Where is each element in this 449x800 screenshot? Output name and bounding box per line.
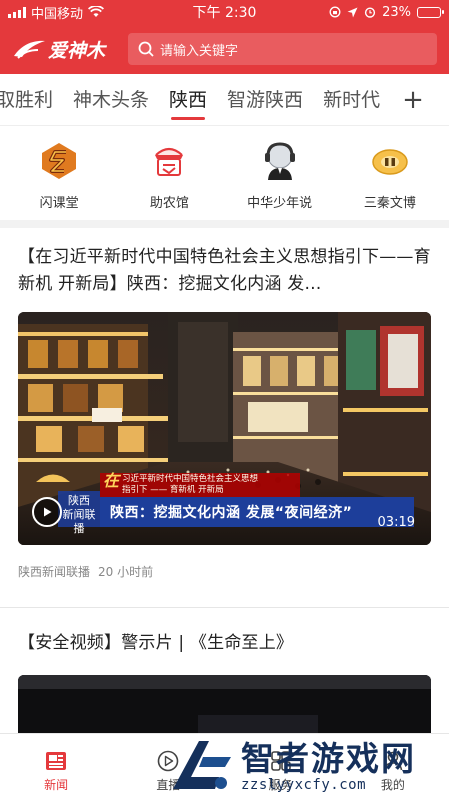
play-icon [44, 507, 52, 517]
location-icon [347, 7, 358, 17]
logo-swoosh-icon [14, 40, 45, 59]
wifi-icon [88, 6, 105, 17]
caption-line: 指引下 —— 育新机 开新局 [122, 485, 224, 495]
channel-tabs: 取胜利 神木头条 陕西 智游陕西 新时代 + [0, 74, 449, 126]
battery-percent: 23% [382, 4, 411, 20]
caption-line: 习近平新时代中国特色社会主义思想 [122, 474, 259, 484]
quick-entry-label: 助农馆 [149, 196, 189, 211]
news-caption-subtitle: 在 习近平新时代中国特色社会主义思想 指引下 —— 育新机 开新局 [100, 473, 300, 497]
tab-item[interactable]: 新时代 [313, 74, 390, 126]
tab-item[interactable]: 智游陕西 [217, 74, 313, 126]
alarm-icon [364, 7, 376, 18]
quick-entry-label: 闪课堂 [39, 196, 79, 211]
search-input[interactable]: 请输入关键字 [128, 33, 437, 65]
app-logo[interactable]: 爱神木 [12, 36, 116, 63]
nav-news[interactable]: 新闻 [0, 734, 112, 800]
article-meta: 陕西新闻联播 20 小时前 [18, 563, 431, 580]
watermark-logo-icon [173, 740, 231, 789]
quick-entry-label: 三秦文博 [363, 196, 416, 211]
video-duration: 03:19 [377, 515, 415, 530]
quick-entry-youth-speaker[interactable]: 中华少年说 [230, 130, 330, 218]
station-line: 新闻联播 [62, 508, 96, 535]
watermark-url: zzslyyxcfy.com [241, 776, 367, 793]
tab-item[interactable]: 神木头条 [63, 74, 159, 126]
play-button[interactable] [32, 497, 62, 527]
carrier-label: 中国移动 [31, 6, 84, 22]
tab-track: 取胜利 神木头条 陕西 智游陕西 新时代 [0, 74, 391, 126]
farm-store-icon [148, 140, 190, 182]
search-placeholder: 请输入关键字 [160, 43, 239, 59]
logo-text: 爱神木 [48, 39, 106, 62]
article-time: 20 小时前 [98, 565, 154, 579]
top-bar: 中国移动 下午 2:30 23% 爱神木 请输入关键字 [0, 0, 449, 74]
search-icon [138, 41, 154, 57]
app-header: 爱神木 请输入关键字 [0, 24, 449, 74]
flash-class-icon [38, 140, 80, 182]
signal-icon [8, 6, 26, 18]
news-article[interactable]: 【在习近平新时代中国特色社会主义思想指引下——育新机 开新局】陕西：挖掘文化内涵… [18, 244, 431, 580]
news-icon [46, 752, 67, 770]
status-bar: 中国移动 下午 2:30 23% [0, 0, 449, 24]
quick-entry-museum[interactable]: 三秦文博 [340, 130, 440, 218]
news-article[interactable]: 【安全视频】警示片 | 《生命至上》 [18, 630, 431, 745]
add-channel-button[interactable]: + [391, 74, 435, 126]
watermark-title: 智者游戏网 [241, 738, 416, 778]
quick-entry-label: 中华少年说 [247, 196, 313, 211]
station-line: 陕西 [68, 494, 90, 507]
nav-label: 新闻 [44, 778, 69, 792]
tab-item[interactable]: 取胜利 [0, 74, 63, 126]
article-title: 【在习近平新时代中国特色社会主义思想指引下——育新机 开新局】陕西：挖掘文化内涵… [18, 247, 431, 294]
article-divider [0, 607, 449, 608]
tab-item[interactable]: 陕西 [159, 74, 217, 126]
station-badge: 陕西 新闻联播 [58, 491, 100, 535]
quick-entries: 闪课堂 助农馆 中华少年说 三秦文博 [0, 130, 449, 218]
news-caption-main: 陕西：挖掘文化内涵 发展“夜间经济” [100, 497, 414, 527]
article-title: 【安全视频】警示片 | 《生命至上》 [18, 633, 294, 653]
caption-zai: 在 [103, 471, 120, 490]
museum-icon [369, 140, 411, 182]
rotation-lock-icon [329, 6, 341, 18]
battery-icon [417, 6, 444, 18]
video-thumbnail[interactable]: 在 习近平新时代中国特色社会主义思想 指引下 —— 育新机 开新局 陕西 新闻联… [18, 312, 431, 545]
site-watermark: 智者游戏网 zzslyyxcfy.com [169, 733, 445, 800]
article-source: 陕西新闻联播 [18, 565, 91, 579]
section-separator [0, 220, 449, 228]
youth-speaker-icon [259, 140, 301, 182]
quick-entry-flash-class[interactable]: 闪课堂 [9, 130, 109, 218]
quick-entry-farm-store[interactable]: 助农馆 [119, 130, 219, 218]
